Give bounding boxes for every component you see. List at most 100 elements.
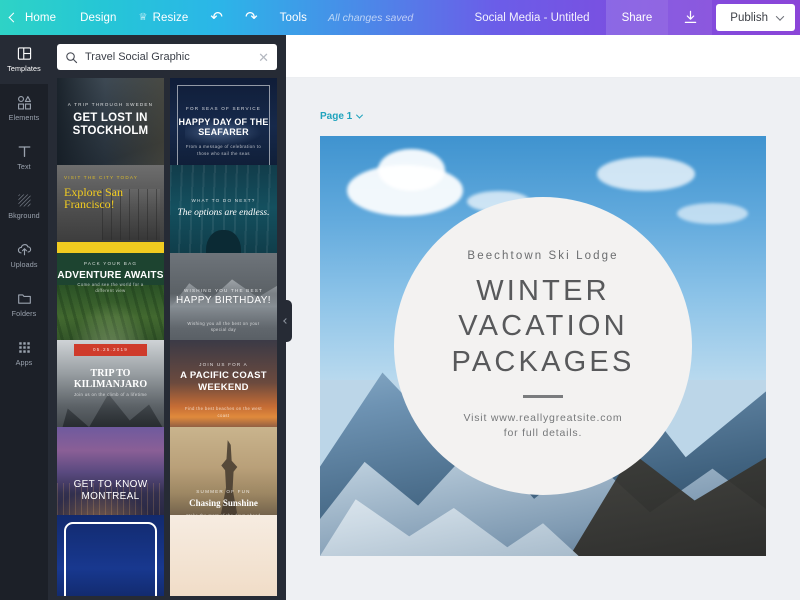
design-menu-button[interactable]: Design [69, 0, 127, 35]
template-card[interactable] [170, 515, 277, 596]
sidebar-item-background[interactable]: Bkground [0, 182, 48, 231]
design-circle-panel[interactable]: Beechtown Ski Lodge WINTER VACATION PACK… [394, 197, 692, 495]
publish-button[interactable]: Publish [716, 4, 795, 31]
template-kicker: SUMMER OF FUN [170, 489, 277, 494]
sidebar-item-elements[interactable]: Elements [0, 84, 48, 133]
resize-button[interactable]: ♕ Resize [127, 0, 199, 35]
chevron-down-icon [776, 12, 784, 20]
home-label: Home [25, 12, 56, 24]
sidebar-item-label: Elements [9, 113, 40, 122]
template-title: GET TO KNOW MONTREAL [57, 479, 164, 503]
canva-editor: Home Design ♕ Resize ↶ ↷ Tools All chang… [0, 0, 800, 600]
search-icon [65, 51, 78, 64]
templates-panel: ✕ A TRIP THROUGH SWEDEN GET LOST IN STOC… [48, 35, 286, 600]
cloud-shape [597, 157, 695, 191]
template-title: Explore San Francisco! [64, 186, 164, 211]
save-status: All changes saved [318, 12, 423, 24]
template-title: Chasing Sunshine [170, 498, 277, 508]
template-kicker: FOR SEAS OF SERVICE [170, 106, 277, 111]
download-icon [683, 10, 698, 25]
share-button[interactable]: Share [606, 0, 669, 35]
chevron-left-icon [9, 13, 19, 23]
template-kicker: WISHING YOU THE BEST [170, 288, 277, 293]
canvas-toolbar [286, 35, 800, 78]
template-sub: Find the best beaches on the west coast [170, 406, 277, 419]
tools-button[interactable]: Tools [269, 0, 318, 35]
background-icon [17, 193, 32, 208]
apps-grid-icon [17, 340, 32, 355]
template-sub: From a message of celebration to those w… [170, 144, 277, 157]
cloud-shape [378, 149, 445, 191]
design-headline-line2: VACATION [458, 309, 628, 344]
design-label: Design [80, 12, 116, 24]
sidebar-item-label: Text [17, 162, 31, 171]
undo-button[interactable]: ↶ [199, 0, 234, 35]
template-sub: Wishing you all the best on your special… [170, 321, 277, 334]
resize-label: Resize [153, 12, 189, 24]
design-headline-line1: WINTER [476, 274, 610, 309]
sidebar-item-folders[interactable]: Folders [0, 280, 48, 329]
template-title: TRIP TO KILIMANJARO [57, 368, 164, 391]
template-frame [64, 522, 157, 596]
design-artboard[interactable]: Beechtown Ski Lodge WINTER VACATION PACK… [320, 136, 766, 556]
template-thumbnail [170, 515, 277, 596]
share-label: Share [622, 12, 653, 24]
canvas-stage[interactable]: Page 1 Beechtown Ski Lodge WINTER VACATI… [286, 78, 800, 600]
chevron-left-icon [283, 318, 289, 324]
sidebar-item-text[interactable]: Text [0, 133, 48, 182]
design-footer-line2: for full details. [504, 426, 582, 442]
template-sub: Come and see the world for a different v… [57, 282, 164, 295]
template-title: A PACIFIC COAST WEEKEND [170, 370, 277, 395]
undo-arrow-icon: ↶ [210, 10, 223, 25]
search-input[interactable] [85, 51, 251, 63]
template-kicker: JOIN US FOR A [170, 362, 277, 367]
template-kicker: A TRIP THROUGH SWEDEN [57, 102, 164, 107]
sidebar-item-label: Templates [7, 64, 41, 73]
document-title[interactable]: Social Media - Untitled [459, 12, 606, 24]
upload-cloud-icon [17, 242, 32, 257]
top-toolbar-right: Social Media - Untitled Share Publish [459, 0, 800, 35]
sidebar-item-label: Uploads [10, 260, 37, 269]
design-eyebrow: Beechtown Ski Lodge [467, 250, 618, 262]
template-grid: A TRIP THROUGH SWEDEN GET LOST IN STOCKH… [48, 78, 286, 596]
template-title: HAPPY DAY OF THE SEAFARER [170, 117, 277, 139]
close-x-icon[interactable]: ✕ [258, 51, 269, 64]
tools-label: Tools [280, 12, 307, 24]
template-title: HAPPY BIRTHDAY! [170, 295, 277, 307]
template-kicker: PACK YOUR BAG [57, 261, 164, 266]
top-toolbar: Home Design ♕ Resize ↶ ↷ Tools All chang… [0, 0, 800, 35]
chevron-down-icon [356, 112, 363, 119]
sidebar-rail: Templates Elements Text Bkground [0, 35, 48, 600]
template-kicker: VISIT THE CITY TODAY [64, 175, 138, 180]
sidebar-item-label: Folders [12, 309, 37, 318]
design-headline-line3: PACKAGES [451, 345, 634, 380]
sidebar-item-uploads[interactable]: Uploads [0, 231, 48, 280]
template-title: The options are endless. [170, 208, 277, 219]
publish-label: Publish [730, 12, 768, 24]
design-footer-line1: Visit www.reallygreatsite.com [464, 411, 623, 427]
page-selector[interactable]: Page 1 [320, 111, 362, 122]
template-kicker: 05.25.2019 [57, 347, 164, 352]
templates-icon [17, 46, 32, 61]
design-divider [523, 395, 563, 397]
redo-arrow-icon: ↷ [245, 10, 258, 25]
home-button[interactable]: Home [0, 0, 69, 35]
sidebar-item-label: Apps [16, 358, 33, 367]
search-box[interactable]: ✕ [57, 44, 277, 70]
page-label: Page 1 [320, 111, 352, 122]
sidebar-item-apps[interactable]: Apps [0, 329, 48, 378]
panel-collapse-handle[interactable] [280, 300, 292, 342]
redo-button[interactable]: ↷ [234, 0, 269, 35]
template-card[interactable] [57, 515, 164, 596]
elements-icon [17, 95, 32, 110]
top-toolbar-left: Home Design ♕ Resize ↶ ↷ Tools All chang… [0, 0, 423, 35]
download-button[interactable] [668, 0, 712, 35]
template-sub: Join us on the climb of a lifetime [57, 392, 164, 398]
search-area: ✕ [48, 35, 286, 78]
sidebar-item-label: Bkground [8, 211, 40, 220]
template-title: ADVENTURE AWAITS [57, 270, 164, 281]
crown-icon: ♕ [138, 11, 147, 24]
sidebar-item-templates[interactable]: Templates [0, 35, 48, 84]
text-icon [17, 144, 32, 159]
folder-icon [17, 291, 32, 306]
